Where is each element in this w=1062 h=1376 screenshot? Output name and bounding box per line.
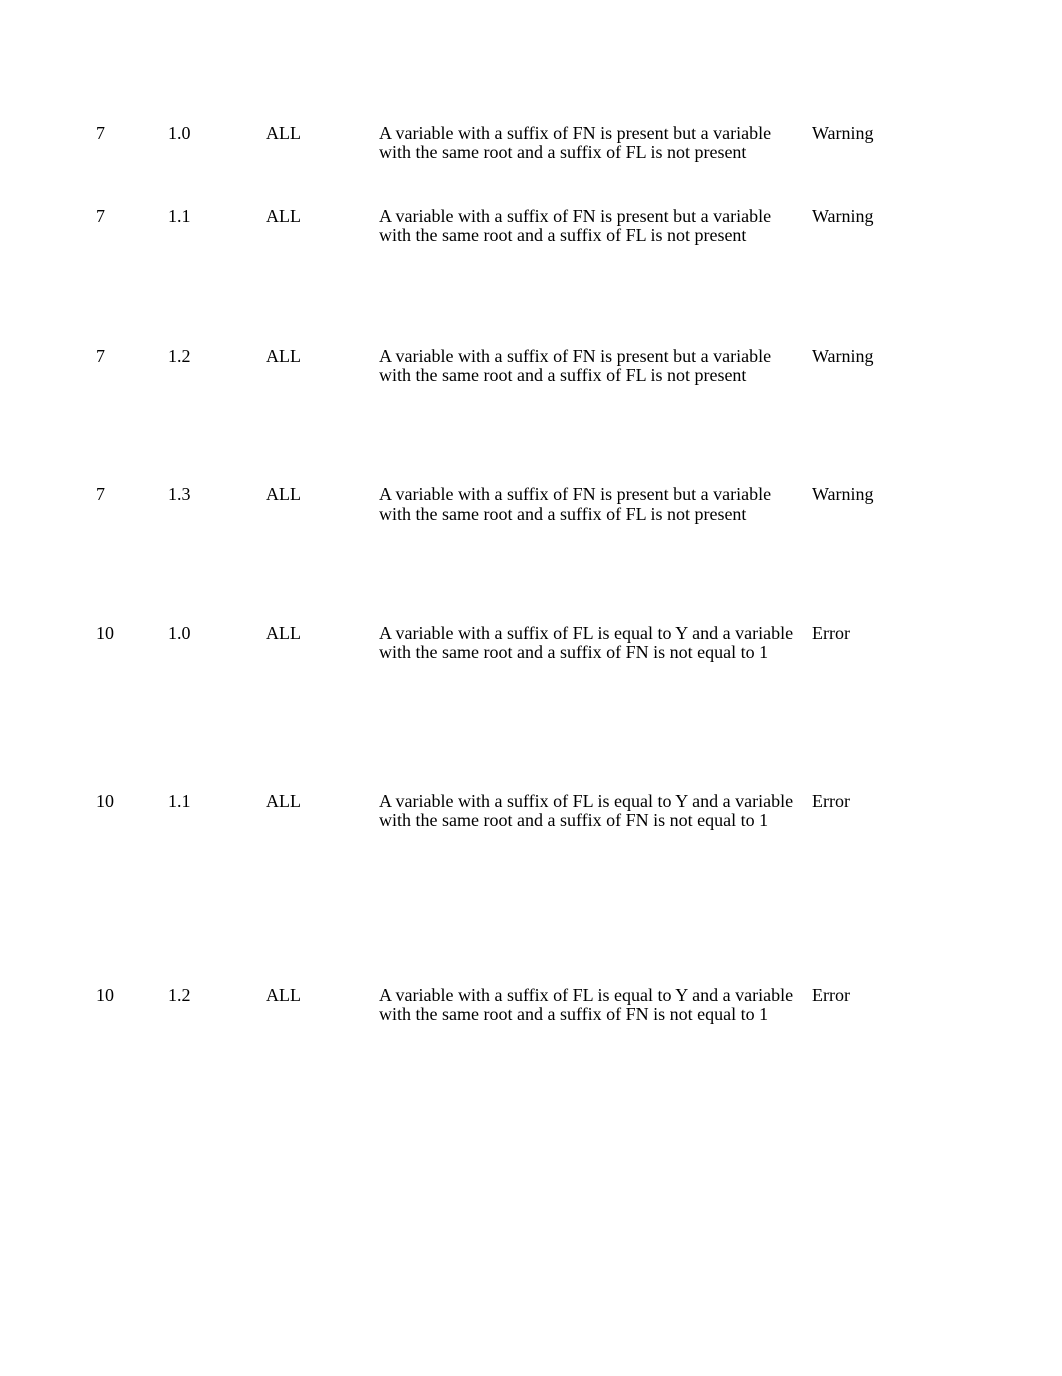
description-line: with the same root and a suffix of FN is… xyxy=(379,810,769,830)
rule-scope: ALL xyxy=(266,206,301,226)
rule-description: A variable with a suffix of FN is presen… xyxy=(379,485,771,524)
rule-id: 10 xyxy=(96,985,114,1005)
rule-scope: ALL xyxy=(266,985,301,1005)
rule-description: A variable with a suffix of FN is presen… xyxy=(379,124,771,162)
table-row: 10 1.1 ALL A variable with a suffix of FL i… xyxy=(0,792,1062,852)
description-line: A variable with a suffix of FN is presen… xyxy=(379,346,772,366)
rule-scope: ALL xyxy=(266,791,301,811)
rule-version: 1.2 xyxy=(168,346,191,366)
rule-version: 1.0 xyxy=(168,123,191,143)
rule-version: 1.0 xyxy=(168,623,191,643)
rule-severity: Warning xyxy=(812,484,874,504)
description-line: A variable with a suffix of FL is equal … xyxy=(379,985,794,1005)
rule-description: A variable with a suffix of FL is equal … xyxy=(379,986,793,1024)
rule-version: 1.2 xyxy=(168,985,191,1005)
table-row: 10 1.2 ALL A variable with a suffix of FL i… xyxy=(0,986,1062,1046)
rule-scope: ALL xyxy=(266,123,301,143)
description-line: A variable with a suffix of FN is presen… xyxy=(379,123,772,143)
table-row: 7 1.0 ALL A variable with a suffix of FN is… xyxy=(0,124,1062,184)
table-row: 7 1.2 ALL A variable with a suffix of FN is… xyxy=(0,347,1062,407)
rule-id: 7 xyxy=(96,123,105,143)
table-row: 7 1.3 ALL A variable with a suffix of FN is… xyxy=(0,485,1062,545)
description-line: with the same root and a suffix of FL is… xyxy=(379,225,747,245)
rule-id: 7 xyxy=(96,206,105,226)
description-line: A variable with a suffix of FL is equal … xyxy=(379,623,794,643)
rule-scope: ALL xyxy=(266,346,301,366)
rule-scope: ALL xyxy=(266,484,301,504)
rule-id: 10 xyxy=(96,791,114,811)
rule-version: 1.1 xyxy=(168,206,191,226)
rule-id: 7 xyxy=(96,346,105,366)
rule-id: 7 xyxy=(96,484,105,504)
description-line: A variable with a suffix of FL is equal … xyxy=(379,791,794,811)
rule-severity: Warning xyxy=(812,206,874,226)
rule-severity: Error xyxy=(812,623,850,643)
rule-id: 10 xyxy=(96,623,114,643)
description-line: with the same root and a suffix of FN is… xyxy=(379,642,769,662)
table-row: 10 1.0 ALL A variable with a suffix of FL i… xyxy=(0,624,1062,684)
rule-severity: Warning xyxy=(812,123,874,143)
description-line: A variable with a suffix of FN is presen… xyxy=(379,206,772,226)
rule-scope: ALL xyxy=(266,623,301,643)
description-line: with the same root and a suffix of FL is… xyxy=(379,365,747,385)
rule-description: A variable with a suffix of FL is equal … xyxy=(379,792,793,830)
rule-description: A variable with a suffix of FN is presen… xyxy=(379,347,771,385)
description-line: A variable with a suffix of FN is presen… xyxy=(379,484,772,504)
rule-version: 1.1 xyxy=(168,791,191,811)
rule-severity: Error xyxy=(812,985,850,1005)
rule-severity: Warning xyxy=(812,346,874,366)
description-line: with the same root and a suffix of FL is… xyxy=(379,504,747,524)
rule-description: A variable with a suffix of FN is presen… xyxy=(379,207,771,245)
table-row: 7 1.1 ALL A variable with a suffix of FN is… xyxy=(0,207,1062,267)
description-line: with the same root and a suffix of FN is… xyxy=(379,1004,769,1024)
rule-description: A variable with a suffix of FL is equal … xyxy=(379,624,793,662)
rule-severity: Error xyxy=(812,791,850,811)
rule-version: 1.3 xyxy=(168,484,191,504)
description-line: with the same root and a suffix of FL is… xyxy=(379,142,747,162)
